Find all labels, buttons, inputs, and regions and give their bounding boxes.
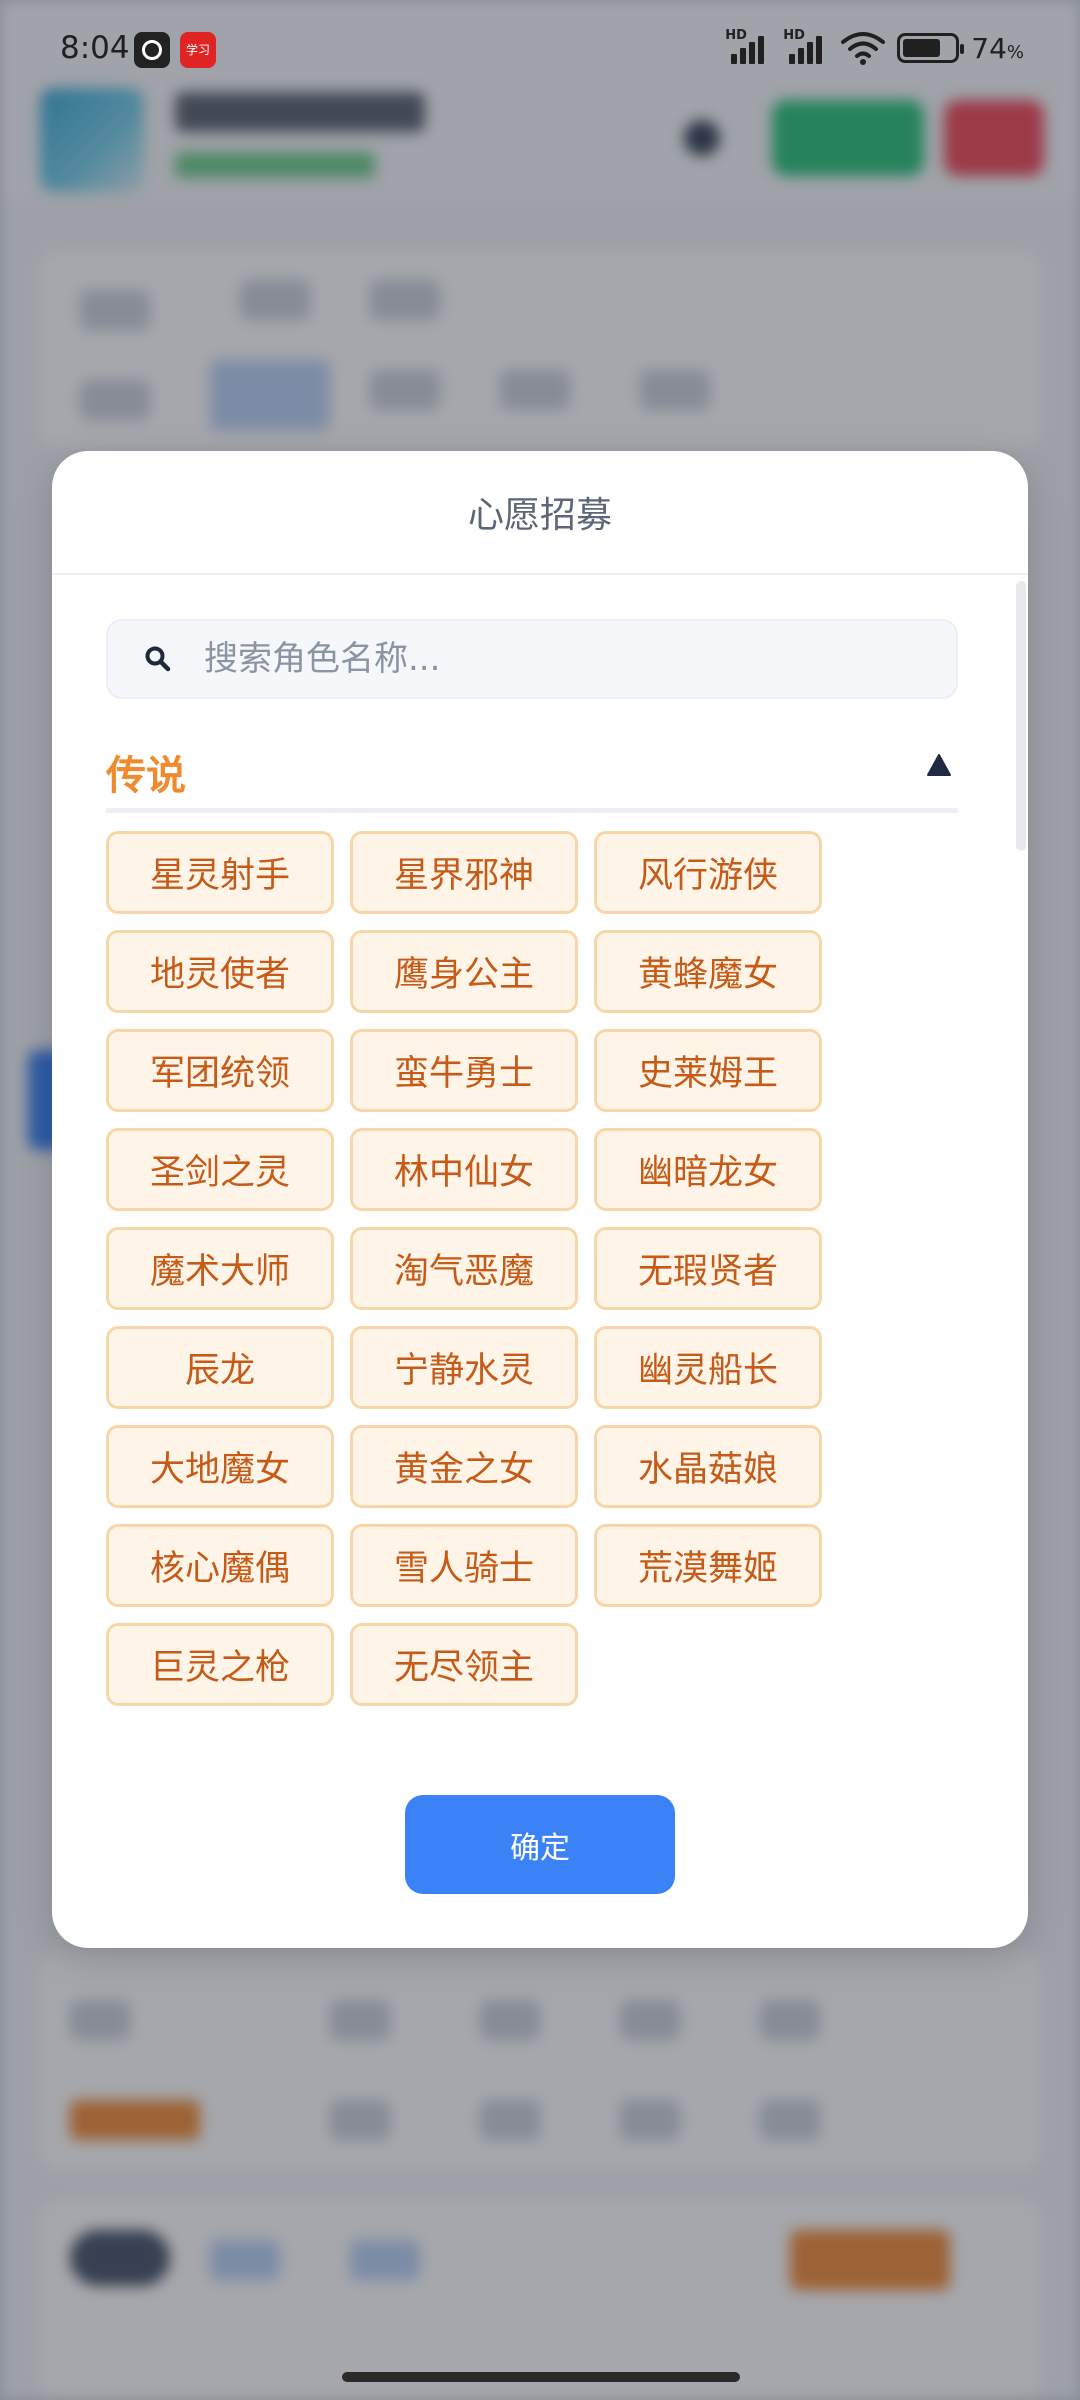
character-chip[interactable]: 荒漠舞姬 xyxy=(594,1524,822,1607)
character-chip[interactable]: 军团统领 xyxy=(106,1029,334,1112)
status-right-group: HD HD 74% xyxy=(725,28,1024,68)
character-chip[interactable]: 雪人骑士 xyxy=(350,1524,578,1607)
home-indicator[interactable] xyxy=(342,2372,740,2382)
character-chip[interactable]: 无尽领主 xyxy=(350,1623,578,1706)
signal-2-icon: HD xyxy=(783,28,829,66)
character-chip[interactable]: 地灵使者 xyxy=(106,930,334,1013)
battery-icon xyxy=(897,33,965,63)
search-input[interactable] xyxy=(204,639,884,679)
section-header-legendary[interactable]: 传说 xyxy=(106,729,958,813)
character-chip[interactable]: 幽暗龙女 xyxy=(594,1128,822,1211)
character-chip[interactable]: 林中仙女 xyxy=(350,1128,578,1211)
character-chip[interactable]: 蛮牛勇士 xyxy=(350,1029,578,1112)
dialog-scrollbar[interactable] xyxy=(1016,581,1026,851)
clock-app-icon xyxy=(134,32,170,68)
character-chip[interactable]: 黄蜂魔女 xyxy=(594,930,822,1013)
triangle-up-icon[interactable] xyxy=(926,753,952,777)
signal-1-icon: HD xyxy=(725,28,771,66)
character-chip[interactable]: 星灵射手 xyxy=(106,831,334,914)
status-time: 8:04 xyxy=(60,30,130,66)
character-chip[interactable]: 幽灵船长 xyxy=(594,1326,822,1409)
character-chip[interactable]: 史莱姆王 xyxy=(594,1029,822,1112)
character-chip[interactable]: 鹰身公主 xyxy=(350,930,578,1013)
wish-recruit-dialog: 心愿招募 传说 星灵射手星界邪神风行游侠地灵使者鹰身公主黄蜂魔女军团统领蛮牛勇士… xyxy=(52,451,1028,1948)
character-chip[interactable]: 核心魔偶 xyxy=(106,1524,334,1607)
dialog-title: 心愿招募 xyxy=(467,495,612,536)
section-title: 传说 xyxy=(106,753,186,799)
search-icon xyxy=(145,646,171,672)
character-chip[interactable]: 淘气恶魔 xyxy=(350,1227,578,1310)
character-chip[interactable]: 无瑕贤者 xyxy=(594,1227,822,1310)
confirm-button[interactable]: 确定 xyxy=(405,1795,675,1894)
character-chip[interactable]: 宁静水灵 xyxy=(350,1326,578,1409)
status-bar: 8:04 学习 HD HD 74% xyxy=(0,0,1080,100)
dialog-header: 心愿招募 xyxy=(52,451,1028,575)
character-chip[interactable]: 黄金之女 xyxy=(350,1425,578,1508)
search-box[interactable] xyxy=(106,619,958,699)
character-chip[interactable]: 魔术大师 xyxy=(106,1227,334,1310)
battery-percent: 74% xyxy=(971,31,1024,65)
wifi-icon xyxy=(841,32,886,65)
character-chip[interactable]: 风行游侠 xyxy=(594,831,822,914)
character-chip[interactable]: 水晶菇娘 xyxy=(594,1425,822,1508)
character-chip[interactable]: 圣剑之灵 xyxy=(106,1128,334,1211)
character-chip[interactable]: 辰龙 xyxy=(106,1326,334,1409)
character-chip[interactable]: 大地魔女 xyxy=(106,1425,334,1508)
study-app-icon: 学习 xyxy=(180,32,216,68)
character-grid: 星灵射手 星界邪神 风行游侠地灵使者 鹰身公主 黄蜂魔女军团统领 蛮牛勇士 史莱姆王圣剑之灵… xyxy=(106,831,866,1706)
character-chip[interactable]: 星界邪神 xyxy=(350,831,578,914)
character-chip[interactable]: 巨灵之枪 xyxy=(106,1623,334,1706)
